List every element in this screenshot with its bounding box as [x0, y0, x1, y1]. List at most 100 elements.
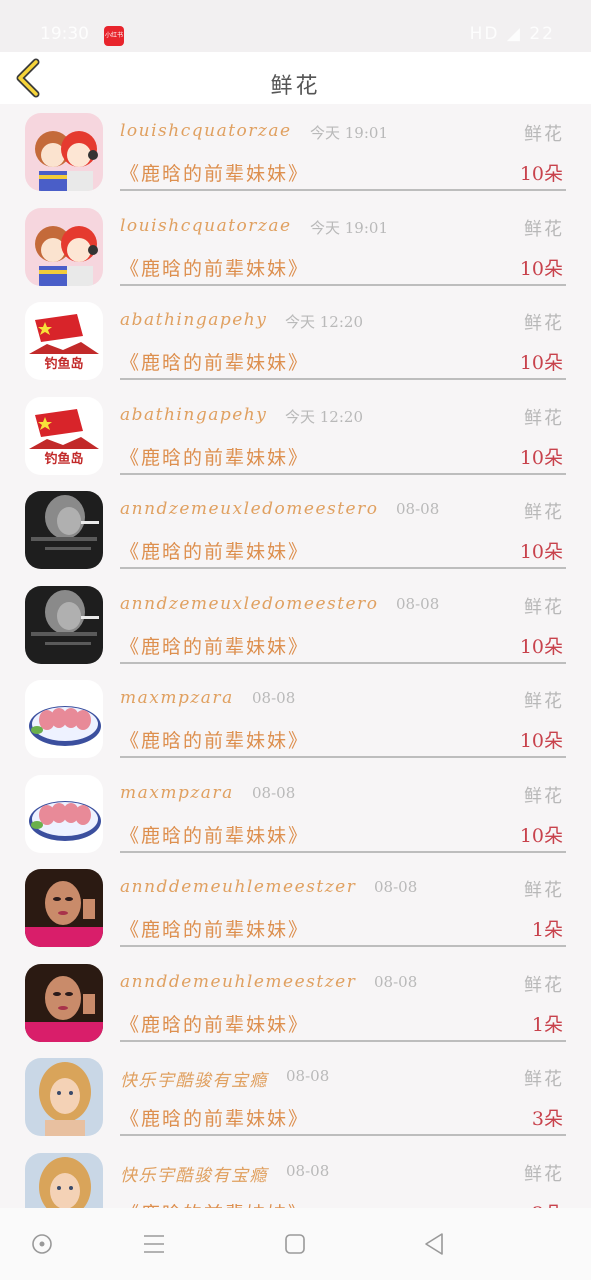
avatar[interactable] [25, 1058, 103, 1136]
sender-name[interactable]: louishcquatorzae [120, 121, 292, 141]
status-time: 19:30 [40, 24, 89, 44]
avatar[interactable] [25, 585, 103, 664]
divider [120, 1134, 566, 1136]
gift-record-row[interactable]: anndzemeuxledomeestero 08-08 鲜花 《鹿晗的前辈妹妹… [0, 577, 591, 672]
gift-type: 鲜花 [524, 974, 564, 996]
gift-record-row[interactable]: annddemeuhlemeestzer 08-08 鲜花 《鹿晗的前辈妹妹》 … [0, 860, 591, 955]
gift-time: 今天 12:20 [285, 313, 363, 331]
sender-name[interactable]: louishcquatorzae [120, 216, 292, 236]
sender-name[interactable]: maxmpzara [120, 783, 234, 803]
sender-name[interactable]: abathingapehy [120, 405, 267, 425]
gift-time: 08-08 [374, 972, 418, 991]
target-book[interactable]: 《鹿晗的前辈妹妹》 [120, 159, 309, 186]
avatar[interactable] [25, 680, 103, 758]
gift-record-row[interactable]: louishcquatorzae 今天 19:01 鲜花 《鹿晗的前辈妹妹》 1… [0, 104, 591, 199]
gift-record-row[interactable]: anndzemeuxledomeestero 08-08 鲜花 《鹿晗的前辈妹妹… [0, 482, 591, 577]
divider [120, 850, 566, 853]
gift-type: 鲜花 [524, 880, 564, 901]
target-book[interactable]: 《鹿晗的前辈妹妹》 [120, 348, 309, 375]
gift-count: 10朵 [519, 541, 563, 563]
divider [120, 756, 566, 758]
gift-type: 鲜花 [524, 596, 564, 618]
sender-name[interactable]: annddemeuhlemeestzer [120, 972, 356, 992]
sender-name[interactable]: annddemeuhlemeestzer [120, 877, 356, 897]
gift-record-list[interactable]: louishcquatorzae 今天 19:01 鲜花 《鹿晗的前辈妹妹》 1… [0, 104, 591, 1208]
gift-time: 08-08 [252, 689, 296, 707]
target-book[interactable]: 《鹿晗的前辈妹妹》 [120, 632, 309, 659]
sender-name[interactable]: maxmpzara [120, 688, 234, 708]
gift-count: 10朵 [519, 446, 563, 469]
divider [120, 472, 566, 475]
divider [120, 1039, 566, 1042]
status-indicators: HD ◢ 22 [469, 24, 555, 44]
gift-record-row[interactable]: 快乐宇酷骏有宝瘾 08-08 鲜花 《鹿晗的前辈妹妹》 3朵 [0, 1049, 591, 1144]
gift-time: 今天 19:01 [310, 218, 388, 237]
system-nav-bar [0, 1208, 591, 1280]
gift-record-row[interactable]: 快乐宇酷骏有宝瘾 08-08 鲜花 《鹿晗的前辈妹妹》 3朵 [0, 1144, 591, 1209]
target-book[interactable]: 《鹿晗的前辈妹妹》 [120, 821, 309, 848]
gift-type: 鲜花 [524, 218, 564, 240]
sender-name[interactable]: abathingapehy [120, 310, 267, 330]
gift-type: 鲜花 [524, 691, 564, 712]
gift-type: 鲜花 [524, 1069, 564, 1090]
target-book[interactable]: 《鹿晗的前辈妹妹》 [120, 254, 309, 281]
gift-count: 10朵 [519, 635, 563, 658]
gift-type: 鲜花 [524, 407, 564, 429]
gift-time: 08-08 [286, 1067, 330, 1085]
gift-record-row[interactable]: annddemeuhlemeestzer 08-08 鲜花 《鹿晗的前辈妹妹》 … [0, 955, 591, 1050]
back-triangle-icon[interactable] [420, 1230, 448, 1258]
sender-name[interactable]: anndzemeuxledomeestero [120, 499, 378, 519]
avatar[interactable]: 钓鱼岛 [25, 302, 103, 380]
sender-name[interactable]: 快乐宇酷骏有宝瘾 [120, 1066, 268, 1091]
page-title: 鲜花 [270, 74, 321, 99]
status-bar: 19:30 小红书 HD ◢ 22 [0, 0, 591, 52]
gift-count: 3朵 [531, 1108, 563, 1130]
gift-record-row[interactable]: 钓鱼岛 abathingapehy 今天 12:20 鲜花 《鹿晗的前辈妹妹》 … [0, 388, 591, 483]
gift-record-row[interactable]: maxmpzara 08-08 鲜花 《鹿晗的前辈妹妹》 10朵 [0, 766, 591, 861]
gift-count: 1朵 [531, 1013, 563, 1036]
menu-icon[interactable] [140, 1230, 168, 1258]
avatar[interactable]: 钓鱼岛 [25, 396, 103, 475]
gift-record-row[interactable]: louishcquatorzae 今天 19:01 鲜花 《鹿晗的前辈妹妹》 1… [0, 199, 591, 294]
gift-count: 10朵 [519, 257, 563, 280]
gift-type: 鲜花 [524, 313, 564, 334]
target-book[interactable]: 《鹿晗的前辈妹妹》 [120, 1010, 309, 1037]
circle-icon[interactable] [28, 1230, 56, 1258]
gift-time: 08-08 [252, 783, 296, 802]
gift-count: 10朵 [519, 824, 563, 847]
target-book[interactable]: 《鹿晗的前辈妹妹》 [120, 537, 309, 564]
target-book[interactable]: 《鹿晗的前辈妹妹》 [120, 726, 309, 753]
gift-time: 08-08 [396, 500, 440, 518]
gift-record-row[interactable]: 钓鱼岛 abathingapehy 今天 12:20 鲜花 《鹿晗的前辈妹妹》 … [0, 293, 591, 388]
gift-type: 鲜花 [524, 124, 564, 145]
gift-type: 鲜花 [524, 502, 564, 523]
avatar[interactable] [25, 774, 103, 853]
avatar[interactable] [25, 491, 103, 569]
target-book[interactable]: 《鹿晗的前辈妹妹》 [120, 1104, 309, 1131]
target-book[interactable]: 《鹿晗的前辈妹妹》 [120, 443, 309, 470]
divider [120, 661, 566, 664]
svg-text:钓鱼岛: 钓鱼岛 [44, 356, 83, 372]
gift-count: 1朵 [531, 919, 563, 941]
avatar[interactable] [25, 113, 103, 191]
sender-name[interactable]: anndzemeuxledomeestero [120, 594, 378, 614]
divider [120, 283, 566, 286]
gift-type: 鲜花 [524, 785, 564, 807]
gift-time: 08-08 [374, 878, 418, 896]
avatar[interactable] [25, 207, 103, 286]
gift-record-row[interactable]: maxmpzara 08-08 鲜花 《鹿晗的前辈妹妹》 10朵 [0, 671, 591, 766]
gift-time: 今天 12:20 [285, 407, 363, 426]
avatar[interactable] [25, 869, 103, 947]
divider [120, 378, 566, 380]
target-book[interactable]: 《鹿晗的前辈妹妹》 [120, 1199, 309, 1209]
square-icon[interactable] [281, 1230, 309, 1258]
avatar[interactable] [25, 963, 103, 1042]
gift-time: 08-08 [286, 1161, 330, 1180]
avatar[interactable] [25, 1152, 103, 1208]
gift-count: 10朵 [519, 352, 563, 374]
target-book[interactable]: 《鹿晗的前辈妹妹》 [120, 915, 309, 942]
gift-time: 08-08 [396, 594, 440, 613]
sender-name[interactable]: 快乐宇酷骏有宝瘾 [120, 1161, 268, 1186]
app-notification-icon: 小红书 [104, 26, 124, 46]
divider [120, 945, 566, 947]
